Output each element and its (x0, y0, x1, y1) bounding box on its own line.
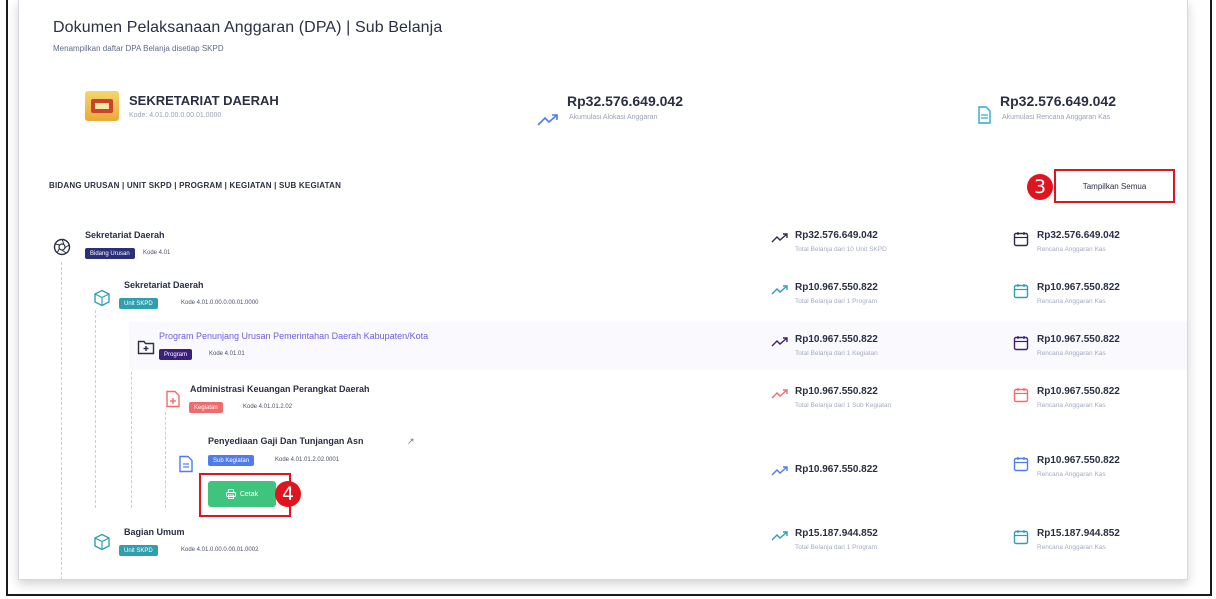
aperture-icon (53, 238, 71, 256)
cash-value: Rp10.967.550.822 (1037, 282, 1120, 293)
dpa-card: Dokumen Pelaksanaan Anggaran (DPA) | Sub… (18, 0, 1188, 580)
node-title[interactable]: Sekretariat Daerah (85, 230, 165, 240)
amount-label: Total Belanja dari 10 Unit SKPD (795, 246, 887, 253)
unit-logo (85, 91, 119, 121)
cube-icon (94, 533, 110, 551)
unit-code: Kode: 4.01.0.00.0.00.01.0000 (129, 112, 222, 119)
cube-icon (94, 289, 110, 307)
trending-up-icon (771, 531, 788, 541)
calendar-icon (1013, 388, 1029, 403)
tree-guide (95, 310, 96, 508)
amount-value: Rp32.576.649.042 (795, 230, 878, 241)
cash-value: Rp15.187.944.852 (1037, 528, 1120, 539)
tag-sub-kegiatan: Sub Kegiatan (208, 455, 255, 466)
amount-value: Rp10.967.550.822 (795, 464, 878, 475)
node-title[interactable]: Penyediaan Gaji Dan Tunjangan Asn (208, 436, 364, 446)
cash-value: Rp32.576.649.042 (1000, 93, 1116, 109)
page-subtitle: Menampilkan daftar DPA Belanja disetiap … (53, 44, 224, 53)
cash-label: Rencana Anggaran Kas (1037, 298, 1106, 305)
cash-value: Rp32.576.649.042 (1037, 230, 1120, 241)
calendar-icon (1013, 284, 1029, 299)
print-button[interactable]: Cetak (208, 481, 276, 507)
calendar-icon (1013, 457, 1029, 472)
tag-kegiatan: Kegiatan (189, 402, 223, 413)
file-plus-icon (166, 390, 180, 408)
allocation-value: Rp32.576.649.042 (567, 93, 683, 109)
trending-up-icon (771, 233, 788, 243)
calendar-icon (1013, 232, 1029, 247)
cash-value: Rp10.967.550.822 (1037, 386, 1120, 397)
amount-value: Rp10.967.550.822 (795, 386, 878, 397)
allocation-label: Akumulasi Alokasi Anggaran (569, 114, 658, 121)
node-code: Kode 4.01.01 (209, 351, 245, 357)
external-link-icon[interactable]: ↗ (407, 436, 415, 447)
node-title[interactable]: Bagian Umum (124, 527, 185, 537)
breadcrumb: BIDANG URUSAN | UNIT SKPD | PROGRAM | KE… (49, 181, 342, 190)
node-code: Kode 4.01.0.00.0.00.01.0002 (181, 547, 259, 553)
tag-unit-skpd: Unit SKPD (119, 545, 158, 556)
document-icon (179, 455, 193, 473)
trending-up-icon (771, 466, 788, 476)
trending-up-icon (771, 389, 788, 399)
node-code: Kode 4.01.01.2.02 (243, 404, 293, 410)
tag-bidang-urusan: Bidang Urusan (85, 248, 135, 259)
amount-value: Rp10.967.550.822 (795, 282, 878, 293)
node-code: Kode 4.01 (143, 250, 171, 256)
cash-value: Rp10.967.550.822 (1037, 455, 1120, 466)
amount-label: Total Belanja dari 1 Sub Kegiatan (795, 402, 892, 409)
node-title[interactable]: Sekretariat Daerah (124, 280, 204, 290)
cash-label: Rencana Anggaran Kas (1037, 246, 1106, 253)
cash-label: Rencana Anggaran Kas (1037, 471, 1106, 478)
program-row-bg (129, 322, 1187, 370)
cash-value: Rp10.967.550.822 (1037, 334, 1120, 345)
amount-value: Rp15.187.944.852 (795, 528, 878, 539)
program-link[interactable]: Program Penunjang Urusan Pemerintahan Da… (159, 331, 428, 341)
unit-name: SEKRETARIAT DAERAH (129, 93, 279, 108)
cash-label: Rencana Anggaran Kas (1037, 402, 1106, 409)
amount-value: Rp10.967.550.822 (795, 334, 878, 345)
printer-icon (225, 489, 236, 499)
step-badge-4: 4 (275, 481, 301, 507)
step-badge-3: 3 (1027, 174, 1053, 200)
cash-label: Rencana Anggaran Kas (1037, 544, 1106, 551)
cash-label: Rencana Anggaran Kas (1037, 350, 1106, 357)
tree-guide (165, 412, 166, 508)
tree-guide (131, 362, 132, 508)
trending-up-icon (771, 337, 788, 347)
calendar-icon (1013, 530, 1029, 545)
tree-guide (61, 262, 62, 579)
calendar-icon (1013, 336, 1029, 351)
folder-plus-icon (137, 340, 155, 355)
page-title: Dokumen Pelaksanaan Anggaran (DPA) | Sub… (53, 19, 443, 36)
amount-label: Total Belanja dari 1 Program (795, 298, 878, 305)
tag-program: Program (159, 349, 193, 360)
show-all-button[interactable]: Tampilkan Semua (1054, 169, 1175, 203)
node-code: Kode 4.01.01.2.02.0001 (275, 457, 340, 463)
node-code: Kode 4.01.0.00.0.00.01.0000 (181, 300, 259, 306)
print-label: Cetak (239, 490, 259, 498)
node-title[interactable]: Administrasi Keuangan Perangkat Daerah (190, 384, 370, 394)
cash-label: Akumulasi Rencana Anggaran Kas (1002, 114, 1111, 121)
tag-unit-skpd: Unit SKPD (119, 298, 158, 309)
amount-label: Total Belanja dari 1 Program (795, 544, 878, 551)
document-icon (978, 106, 991, 124)
amount-label: Total Belanja dari 1 Kegiatan (795, 350, 878, 357)
trending-up-icon (771, 285, 788, 295)
trending-up-icon (537, 114, 558, 126)
